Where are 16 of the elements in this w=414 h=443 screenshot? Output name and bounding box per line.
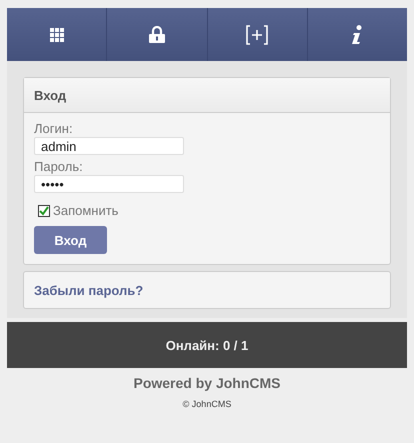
copyright-text: © JohnCMS: [182, 399, 232, 409]
login-title: Вход: [34, 88, 66, 102]
login-button[interactable]: Вход: [34, 226, 107, 254]
grid-icon: [50, 28, 64, 42]
forgot-password-link[interactable]: Забыли пароль?: [34, 282, 144, 298]
info-icon: [351, 24, 364, 44]
field-label: Пароль:: [34, 159, 83, 174]
powered-by-text: Powered by JohnCMS: [132, 375, 282, 391]
online-count: Онлайн: 0 / 1: [166, 338, 248, 352]
field-label: Логин:: [34, 121, 73, 136]
checkbox[interactable]: [38, 204, 50, 216]
password-field[interactable]: •••••: [34, 175, 184, 193]
login-field[interactable]: admin: [34, 137, 184, 155]
bracket-plus-icon: [246, 24, 268, 44]
lock-icon: [148, 26, 165, 43]
checkbox-label: Запомнить: [53, 203, 118, 218]
